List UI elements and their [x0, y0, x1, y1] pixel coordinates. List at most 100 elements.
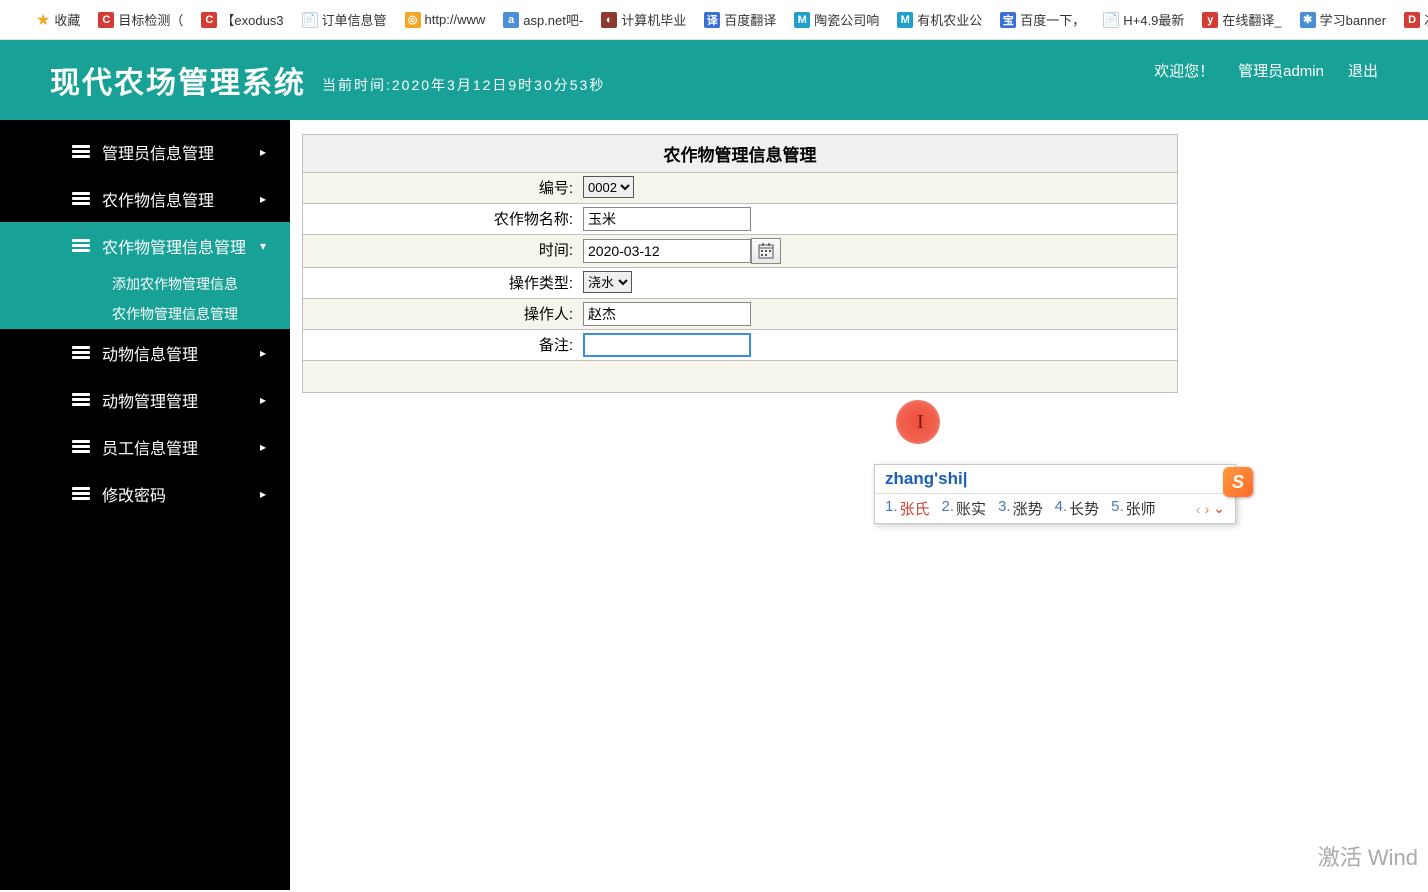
bookmark-label: 次元仓 — [1424, 10, 1428, 29]
bookmark-favicon: a — [503, 12, 519, 28]
menu-icon — [72, 487, 90, 500]
bookmark-label: http://www — [425, 12, 486, 27]
menu-icon — [72, 393, 90, 406]
bookmark-label: 目标检测（ — [118, 10, 183, 29]
sidebar-item[interactable]: 动物信息管理▸ — [0, 329, 290, 376]
remark-input[interactable] — [583, 333, 751, 357]
ime-candidate-number: 1. — [885, 498, 898, 519]
menu-icon — [72, 346, 90, 359]
ime-input-text: zhang'shi — [875, 465, 1235, 494]
ime-candidates: 1.张氏 2.账实 3.涨势 4.长势 5.张师 ‹›⌄ — [875, 494, 1235, 523]
ime-candidate-number: 4. — [1055, 498, 1068, 519]
bookmark-favicon: y — [1202, 12, 1218, 28]
bookmark-favicon: M — [794, 12, 810, 28]
logout-link[interactable]: 退出 — [1348, 60, 1378, 81]
bookmark-item[interactable]: D次元仓 — [1404, 10, 1428, 29]
favorites-label: 收藏 — [54, 10, 80, 29]
op-type-label: 操作类型: — [303, 268, 579, 298]
bookmark-item[interactable]: M陶瓷公司响 — [794, 10, 879, 29]
bookmark-label: 陶瓷公司响 — [814, 10, 879, 29]
bookmark-item[interactable]: 📄订单信息管 — [302, 10, 387, 29]
sidebar-item[interactable]: 管理员信息管理 ▸ — [0, 128, 290, 175]
bookmark-label: 【exodus3 — [221, 10, 283, 29]
bookmark-item[interactable]: 📄H+4.9最新 — [1103, 10, 1184, 29]
menu-icon — [72, 145, 90, 158]
bookmark-item[interactable]: ◎ http://www — [405, 10, 486, 29]
name-label: 农作物名称: — [303, 204, 579, 234]
ime-next-icon[interactable]: › — [1205, 501, 1210, 517]
remark-label: 备注: — [303, 330, 579, 360]
panel-title: 农作物管理信息管理 — [303, 135, 1177, 173]
bookmark-label: 学习banner — [1320, 10, 1386, 29]
operator-label: 操作人: — [303, 299, 579, 329]
ime-prev-icon[interactable]: ‹ — [1196, 501, 1201, 517]
ime-candidate[interactable]: 5.张师 — [1111, 498, 1156, 519]
current-time: 当前时间:2020年3月12日9时30分53秒 — [322, 75, 605, 95]
bookmark-favicon: 宝 — [1000, 12, 1016, 28]
bookmark-label: 百度翻译 — [724, 10, 776, 29]
sidebar-item-label: 管理员信息管理 — [102, 140, 214, 164]
bookmark-item[interactable]: 译百度翻译 — [704, 10, 776, 29]
ime-candidate-text: 长势 — [1069, 498, 1099, 519]
sidebar-item-label: 农作物管理信息管理 — [102, 234, 246, 258]
favorites-button[interactable]: ★ 收藏 — [36, 10, 80, 30]
sidebar-item[interactable]: 动物管理管理▸ — [0, 376, 290, 423]
bookmark-item[interactable]: 宝百度一下， — [1000, 10, 1085, 29]
operator-input[interactable] — [583, 302, 751, 326]
chevron-right-icon: ▸ — [260, 192, 266, 206]
bookmark-label: 订单信息管 — [322, 10, 387, 29]
ime-candidate-number: 2. — [942, 498, 955, 519]
bookmark-item[interactable]: M有机农业公 — [897, 10, 982, 29]
time-label: 时间: — [303, 235, 579, 267]
submenu-item[interactable]: 农作物管理信息管理 — [0, 299, 290, 329]
ime-candidate[interactable]: 1.张氏 — [885, 498, 930, 519]
bookmark-favicon: 📄 — [302, 12, 318, 28]
ime-popup: S zhang'shi 1.张氏2.账实3.涨势4.长势5.张师‹›⌄ — [874, 464, 1236, 524]
id-select[interactable]: 0002 — [583, 176, 634, 198]
bookmark-item[interactable]: ✱学习banner — [1300, 10, 1386, 29]
sidebar: 管理员信息管理▸农作物信息管理▸农作物管理信息管理▾添加农作物管理信息农作物管理… — [0, 120, 290, 890]
sidebar-item-label: 农作物信息管理 — [102, 187, 214, 211]
crop-name-input[interactable] — [583, 207, 751, 231]
ime-nav: ‹›⌄ — [1196, 500, 1225, 517]
bookmark-favicon: C — [98, 12, 114, 28]
bookmark-label: 百度一下， — [1020, 10, 1085, 29]
chevron-right-icon: ▸ — [260, 487, 266, 501]
date-input[interactable] — [583, 239, 751, 263]
content-area: 农作物管理信息管理 编号: 0002 农作物名称: 时间: — [290, 120, 1428, 890]
chevron-right-icon: ▸ — [260, 145, 266, 159]
bookmark-label: asp.net吧- — [523, 10, 583, 29]
sidebar-item[interactable]: 农作物管理信息管理▾ — [0, 222, 290, 269]
ime-candidate-text: 张师 — [1126, 498, 1156, 519]
bookmark-item[interactable]: C目标检测（ — [98, 10, 183, 29]
admin-link[interactable]: 管理员admin — [1238, 60, 1324, 81]
sidebar-item[interactable]: 修改密码▸ — [0, 470, 290, 517]
ime-candidate[interactable]: 3.涨势 — [998, 498, 1043, 519]
app-header: 现代农场管理系统 当前时间:2020年3月12日9时30分53秒 欢迎您！ 管理… — [0, 40, 1428, 120]
chevron-right-icon: ▸ — [260, 440, 266, 454]
ime-expand-icon[interactable]: ⌄ — [1213, 500, 1225, 517]
date-picker-button[interactable] — [751, 238, 781, 264]
sidebar-item[interactable]: 员工信息管理▸ — [0, 423, 290, 470]
ime-candidate[interactable]: 4.长势 — [1055, 498, 1100, 519]
menu-icon — [72, 440, 90, 453]
ime-candidate-text: 张氏 — [900, 498, 930, 519]
bookmark-item[interactable]: ◐计算机毕业 — [601, 10, 686, 29]
bookmark-favicon: ◎ — [405, 12, 421, 28]
star-icon: ★ — [36, 10, 50, 30]
bookmark-item[interactable]: y在线翻译_ — [1202, 10, 1281, 29]
bookmark-label: 有机农业公 — [917, 10, 982, 29]
app-title: 现代农场管理系统 — [50, 58, 306, 102]
ime-candidate-text: 账实 — [956, 498, 986, 519]
sidebar-item[interactable]: 农作物信息管理 ▸ — [0, 175, 290, 222]
chevron-right-icon: ▸ — [260, 346, 266, 360]
ime-candidate[interactable]: 2.账实 — [942, 498, 987, 519]
bookmark-favicon: M — [897, 12, 913, 28]
bookmark-item[interactable]: C【exodus3 — [201, 10, 283, 29]
form-panel: 农作物管理信息管理 编号: 0002 农作物名称: 时间: — [302, 134, 1178, 393]
bookmarks-bar: ★ 收藏 C目标检测（C【exodus3📄订单信息管◎http://wwwaas… — [0, 0, 1428, 40]
op-type-select[interactable]: 浇水 — [583, 271, 632, 293]
submenu-item[interactable]: 添加农作物管理信息 — [0, 269, 290, 299]
bookmark-item[interactable]: aasp.net吧- — [503, 10, 583, 29]
text-cursor-icon: I — [917, 411, 918, 433]
